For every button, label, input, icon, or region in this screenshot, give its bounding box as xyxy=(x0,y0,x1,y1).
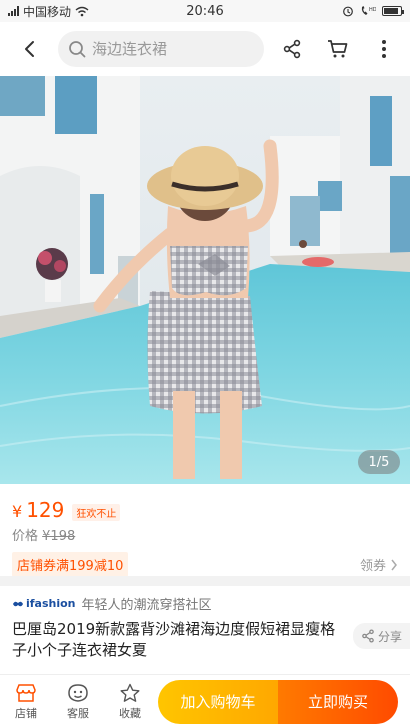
original-price-value: ¥198 xyxy=(42,529,76,544)
share-button-inline[interactable]: 分享 xyxy=(352,623,410,649)
customer-service-icon xyxy=(68,683,88,702)
price-row: ¥ 129 狂欢不止 xyxy=(12,498,398,522)
promo-tag: 狂欢不止 xyxy=(72,504,121,521)
back-icon xyxy=(25,41,34,57)
shop-icon xyxy=(16,683,36,702)
image-page-indicator: 1/5 xyxy=(358,450,400,474)
share-label: 分享 xyxy=(377,629,402,644)
title-row: 巴厘岛2019新款露背沙滩裙海边度假短裙显瘦格子小个子连衣裙女夏 分享 xyxy=(12,619,410,661)
status-left: 中国移动 xyxy=(8,3,89,20)
status-right: HD xyxy=(342,5,404,17)
chevron-right-icon xyxy=(391,559,397,570)
price-currency: ¥ xyxy=(12,502,23,521)
buy-now-button[interactable]: 立即购买 xyxy=(278,679,398,724)
coupon-row[interactable]: 店铺券满199减10 领券 xyxy=(12,552,398,577)
original-price-label: 价格 xyxy=(12,529,39,544)
get-coupon-link[interactable]: 领券 xyxy=(360,555,398,574)
signal-icon xyxy=(8,6,19,16)
cart-button[interactable] xyxy=(316,27,360,71)
hd-call-icon: HD xyxy=(361,6,376,15)
bottom-action-bar: 店铺 客服 收藏 加入购物车 立即购买 xyxy=(0,674,410,728)
cart-icon xyxy=(328,40,348,58)
store-coupon-badge: 店铺券满199减10 xyxy=(12,552,129,577)
top-navigation xyxy=(0,22,410,76)
star-icon xyxy=(120,683,140,702)
ifashion-logo-text: ifashion xyxy=(26,597,76,610)
more-button[interactable] xyxy=(362,27,406,71)
search-box[interactable] xyxy=(58,31,264,67)
tab-shop[interactable]: 店铺 xyxy=(0,683,52,721)
wifi-icon xyxy=(75,6,89,16)
share-icon xyxy=(283,39,301,59)
tab-favorite-label: 收藏 xyxy=(119,706,141,720)
add-to-cart-button[interactable]: 加入购物车 xyxy=(158,679,278,724)
tab-customer-service-label: 客服 xyxy=(67,706,89,720)
tab-shop-label: 店铺 xyxy=(15,706,37,720)
search-input[interactable] xyxy=(92,40,252,58)
search-icon xyxy=(69,41,86,58)
price-section: ¥ 129 狂欢不止 价格 ¥198 店铺券满199减10 领券 xyxy=(0,484,410,577)
original-price: 价格 ¥198 xyxy=(12,525,398,544)
back-button[interactable] xyxy=(8,27,52,71)
product-image-gallery[interactable]: 1/5 xyxy=(0,76,410,484)
product-photo xyxy=(0,76,410,484)
purchase-buttons: 加入购物车 立即购买 xyxy=(158,679,398,724)
tab-customer-service[interactable]: 客服 xyxy=(52,683,104,721)
product-title: 巴厘岛2019新款露背沙滩裙海边度假短裙显瘦格子小个子连衣裙女夏 xyxy=(12,620,336,659)
get-coupon-label: 领券 xyxy=(359,559,386,574)
share-button[interactable] xyxy=(270,27,314,71)
product-page: 中国移动 20:46 HD 海边连衣裙 1/5 ¥ 129 狂欢不止 价格 ¥1… xyxy=(0,0,410,728)
section-divider xyxy=(0,576,410,586)
status-bar: 中国移动 20:46 HD xyxy=(0,0,410,22)
price-value: 129 xyxy=(26,498,65,522)
battery-level xyxy=(384,8,398,14)
ifashion-mark-icon xyxy=(13,601,23,606)
ifashion-logo: ifashion xyxy=(12,597,76,610)
brand-slogan: 年轻人的潮流穿搭社区 xyxy=(81,598,212,613)
brand-row[interactable]: ifashion 年轻人的潮流穿搭社区 xyxy=(12,594,398,613)
tab-favorite[interactable]: 收藏 xyxy=(104,683,156,721)
share-icon xyxy=(362,629,374,643)
svg-text:HD: HD xyxy=(369,7,376,13)
carrier-name: 中国移动 xyxy=(23,4,72,19)
alarm-icon xyxy=(343,6,353,17)
more-icon xyxy=(382,40,386,58)
title-section: ifashion 年轻人的潮流穿搭社区 巴厘岛2019新款露背沙滩裙海边度假短裙… xyxy=(0,586,410,674)
battery-icon xyxy=(382,6,404,16)
